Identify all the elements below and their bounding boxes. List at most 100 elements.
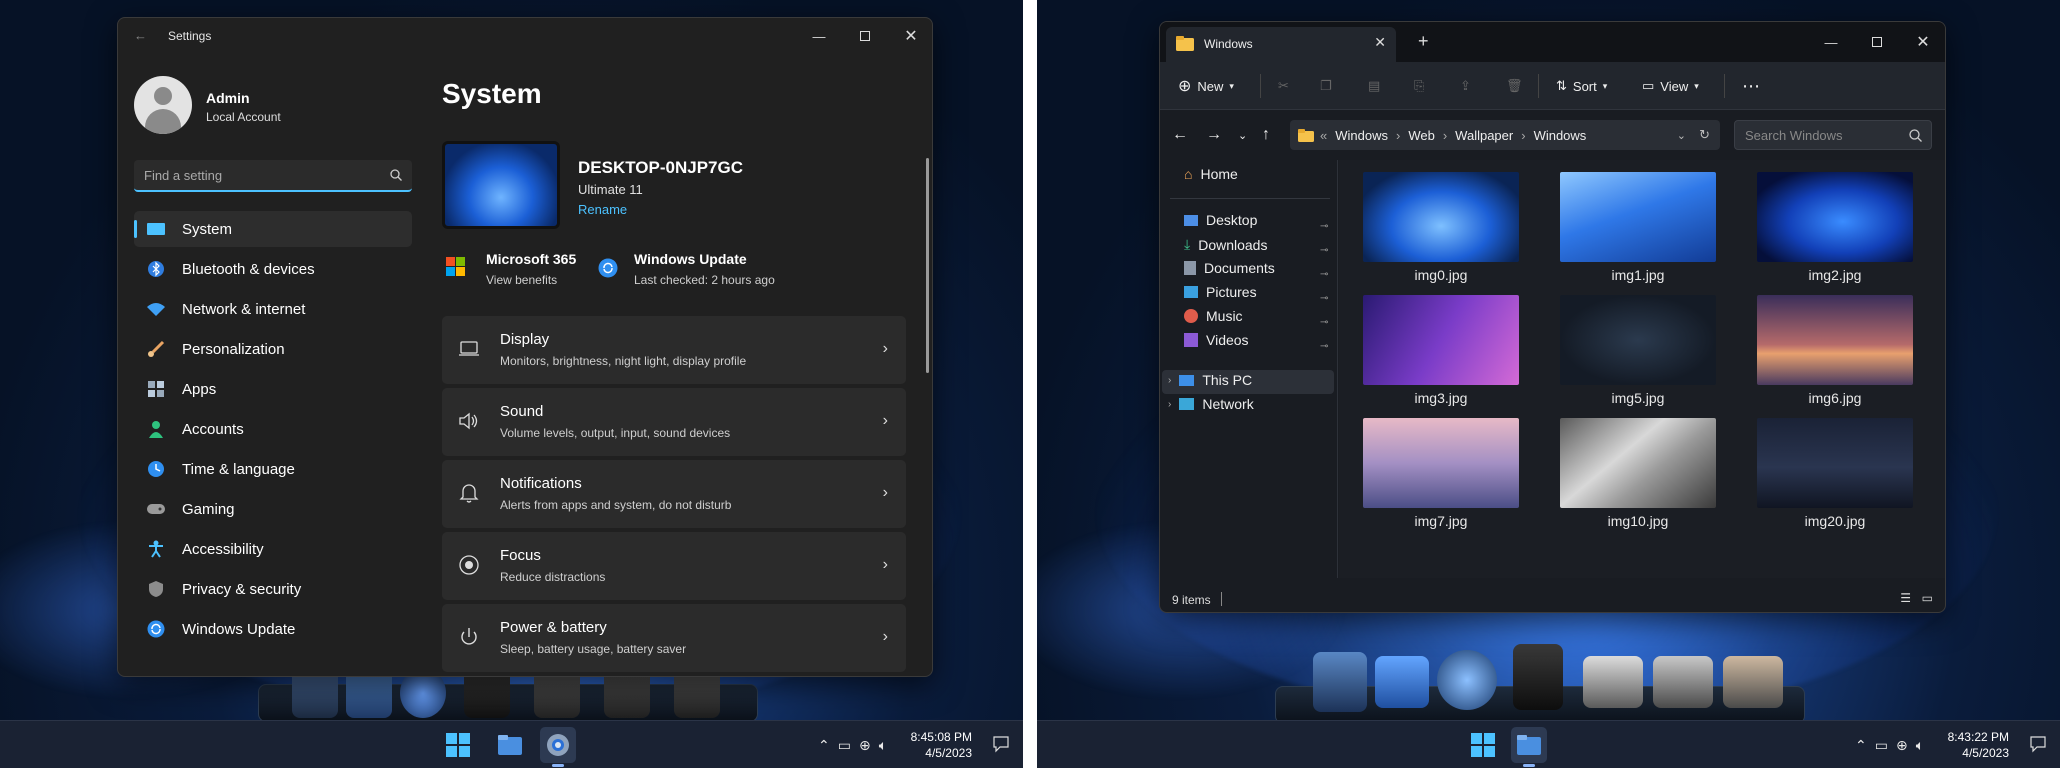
file-name[interactable]: img2.jpg	[1757, 267, 1913, 283]
close-tab-icon[interactable]: ✕	[1374, 34, 1386, 51]
file-thumbnail[interactable]	[1560, 418, 1716, 508]
battery-icon[interactable]: ▭	[1875, 737, 1888, 754]
tab-windows[interactable]: Windows ✕	[1166, 27, 1396, 62]
network-icon[interactable]: ⊕	[1896, 737, 1908, 754]
forward-arrow-icon[interactable]: →	[1206, 115, 1222, 155]
paste-icon[interactable]: ▤	[1368, 66, 1380, 106]
back-arrow-icon[interactable]: ←	[1172, 115, 1188, 155]
taskbar-settings-button[interactable]	[540, 727, 576, 767]
sidebar-item-documents[interactable]: Documents	[1184, 260, 1275, 276]
sidebar-item-desktop[interactable]: Desktop	[1184, 212, 1257, 228]
breadcrumb-item[interactable]: Windows	[1335, 128, 1388, 143]
minimize-button[interactable]: —	[796, 18, 842, 54]
file-name[interactable]: img0.jpg	[1363, 267, 1519, 283]
file-thumbnail[interactable]	[1757, 172, 1913, 262]
file-name[interactable]: img20.jpg	[1757, 513, 1913, 529]
folder-dock-icon[interactable]	[1653, 656, 1713, 708]
breadcrumb-item[interactable]: Windows	[1534, 128, 1587, 143]
cut-icon[interactable]: ✂	[1278, 66, 1289, 106]
sidebar-item-accessibility[interactable]: Accessibility	[134, 531, 412, 567]
more-options-icon[interactable]: ⋯	[1742, 66, 1760, 106]
sidebar-item-accounts[interactable]: Accounts	[134, 411, 412, 447]
sidebar-item-downloads[interactable]: ⤓ Downloads	[1184, 236, 1267, 253]
address-dropdown-icon[interactable]: ⌄	[1677, 129, 1686, 142]
sidebar-item-home[interactable]: ⌂ Home	[1184, 166, 1238, 182]
folder-dock-icon[interactable]	[1583, 656, 1643, 708]
sidebar-item-apps[interactable]: Apps	[134, 371, 412, 407]
sidebar-item-pictures[interactable]: Pictures	[1184, 284, 1257, 300]
delete-icon[interactable]: 🗑︎	[1506, 66, 1523, 106]
file-name[interactable]: img10.jpg	[1560, 513, 1716, 529]
maximize-button[interactable]	[842, 18, 888, 54]
file-name[interactable]: img6.jpg	[1757, 390, 1913, 406]
volume-icon[interactable]: 🔈︎	[1916, 737, 1924, 754]
view-button[interactable]: ▭ View ▾	[1642, 66, 1699, 106]
power-battery-card[interactable]: Power & battery Sleep, battery usage, ba…	[442, 604, 906, 672]
sidebar-item-videos[interactable]: Videos	[1184, 332, 1249, 348]
new-tab-button[interactable]: +	[1418, 31, 1429, 52]
gamepad-dock-icon[interactable]	[1375, 656, 1429, 708]
maximize-button[interactable]	[1854, 24, 1900, 60]
start-button[interactable]	[440, 727, 476, 763]
microsoft-365-title[interactable]: Microsoft 365	[486, 251, 576, 267]
file-thumbnail[interactable]	[1560, 295, 1716, 385]
file-name[interactable]: img3.jpg	[1363, 390, 1519, 406]
file-thumbnail[interactable]	[1363, 295, 1519, 385]
taskbar-clock[interactable]: 8:45:08 PM 4/5/2023	[900, 729, 972, 761]
sort-button[interactable]: ⇅ Sort ▾	[1556, 66, 1607, 106]
recent-locations-icon[interactable]: ⌄	[1238, 115, 1247, 155]
battery-icon[interactable]: ▭	[838, 737, 851, 754]
search-input[interactable]: Search Windows	[1734, 120, 1932, 150]
folder-dock-icon[interactable]	[1723, 656, 1783, 708]
chevron-up-icon[interactable]: ⌃	[1855, 737, 1867, 754]
breadcrumb[interactable]: « Windows › Web › Wallpaper › Windows ⌄ ↻	[1290, 120, 1720, 150]
avatar[interactable]	[134, 76, 192, 134]
rename-icon[interactable]: ⎘	[1414, 66, 1424, 106]
volume-icon[interactable]: 🔈︎	[879, 737, 887, 754]
recycle-bin-dock-icon[interactable]	[1513, 644, 1563, 710]
search-input[interactable]: Find a setting	[134, 160, 412, 192]
windows-update-title[interactable]: Windows Update	[634, 251, 747, 267]
chevron-up-icon[interactable]: ⌃	[818, 737, 830, 754]
sidebar-item-bluetooth[interactable]: Bluetooth & devices	[134, 251, 412, 287]
network-icon[interactable]: ⊕	[859, 737, 871, 754]
file-name[interactable]: img5.jpg	[1560, 390, 1716, 406]
file-name[interactable]: img1.jpg	[1560, 267, 1716, 283]
taskbar-clock[interactable]: 8:43:22 PM 4/5/2023	[1937, 729, 2009, 761]
file-thumbnail[interactable]	[1363, 418, 1519, 508]
notification-icon[interactable]	[2029, 735, 2047, 753]
file-name[interactable]: img7.jpg	[1363, 513, 1519, 529]
minimize-button[interactable]: —	[1808, 24, 1854, 60]
sidebar-item-network[interactable]: Network & internet	[134, 291, 412, 327]
sidebar-item-privacy[interactable]: Privacy & security	[134, 571, 412, 607]
copy-icon[interactable]: ❐	[1320, 66, 1332, 106]
browser-dock-icon[interactable]	[1437, 650, 1497, 710]
details-view-icon[interactable]: ☰	[1900, 591, 1911, 605]
sound-card[interactable]: Sound Volume levels, output, input, soun…	[442, 388, 906, 456]
sidebar-item-music[interactable]: Music	[1184, 308, 1243, 324]
pin-icon[interactable]: ⊸ ⊸ ⊸ ⊸ ⊸ ⊸	[1320, 215, 1328, 359]
sidebar-item-time-language[interactable]: Time & language	[134, 451, 412, 487]
tiles-view-icon[interactable]: ▭	[1922, 591, 1933, 605]
notifications-card[interactable]: Notifications Alerts from apps and syste…	[442, 460, 906, 528]
up-arrow-icon[interactable]: ↑	[1262, 115, 1270, 155]
display-card[interactable]: Display Monitors, brightness, night ligh…	[442, 316, 906, 384]
sidebar-item-windows-update[interactable]: Windows Update	[134, 611, 412, 647]
sidebar-item-network[interactable]: › Network	[1168, 396, 1254, 412]
taskbar-explorer-button[interactable]	[492, 727, 528, 763]
file-thumbnail[interactable]	[1560, 172, 1716, 262]
scrollbar-thumb[interactable]	[926, 158, 929, 373]
taskbar-explorer-button[interactable]	[1511, 727, 1547, 767]
refresh-icon[interactable]: ↻	[1699, 127, 1710, 143]
back-arrow-icon[interactable]: ←	[134, 28, 147, 43]
rename-link[interactable]: Rename	[578, 202, 627, 217]
close-button[interactable]: ✕	[888, 18, 932, 54]
file-thumbnail[interactable]	[1757, 295, 1913, 385]
close-button[interactable]: ✕	[1900, 24, 1945, 60]
sidebar-item-gaming[interactable]: Gaming	[134, 491, 412, 527]
sidebar-item-personalization[interactable]: Personalization	[134, 331, 412, 367]
file-thumbnail[interactable]	[1363, 172, 1519, 262]
breadcrumb-item[interactable]: Wallpaper	[1455, 128, 1513, 143]
monitor-dock-icon[interactable]	[1313, 652, 1367, 712]
sidebar-item-this-pc[interactable]: › This PC	[1168, 372, 1252, 388]
